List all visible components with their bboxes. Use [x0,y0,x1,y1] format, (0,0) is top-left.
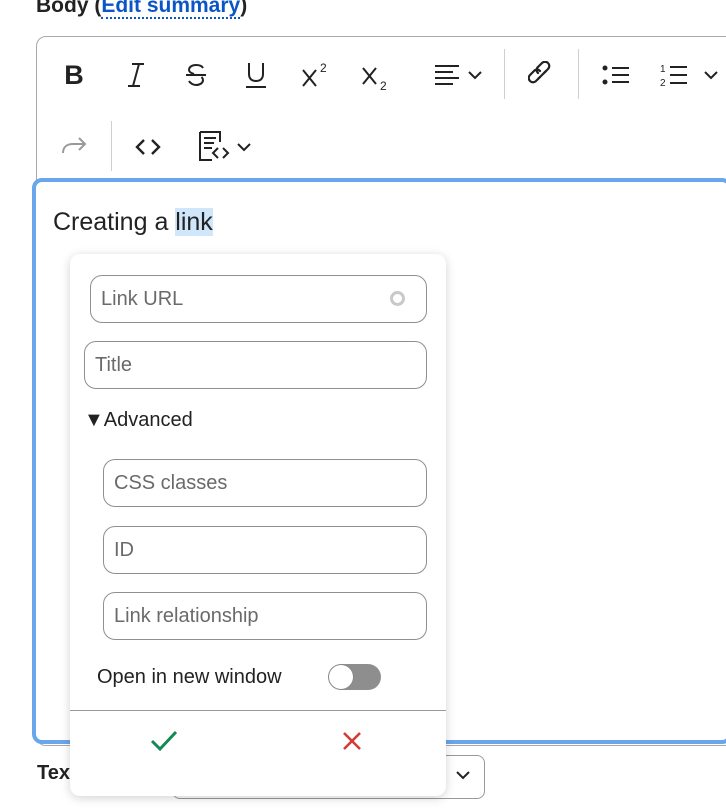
code-button[interactable] [131,129,165,165]
strikethrough-icon [186,63,206,87]
subscript-icon: 2 [362,67,387,92]
advanced-label: Advanced [103,409,193,431]
source-code-icon [199,131,230,161]
new-window-switch[interactable] [328,664,381,690]
link-button[interactable] [525,57,559,93]
link-icon [528,61,551,84]
triangle-down-icon: ▼ [84,409,104,431]
numbered-list-icon: 12 [660,64,687,88]
link-id-input[interactable] [103,526,427,574]
superscript-button[interactable]: 2 [299,57,333,93]
bulleted-list-icon [602,65,629,85]
toolbar-separator [111,121,112,171]
svg-text:2: 2 [320,61,327,75]
source-editing-dropdown[interactable] [191,127,257,167]
underline-button[interactable] [241,57,271,93]
selected-text: link [175,208,213,236]
align-left-icon [435,65,459,85]
advanced-toggle[interactable]: ▼Advanced [84,409,193,432]
cancel-link-button[interactable] [258,711,446,771]
bold-icon: B [64,59,84,90]
css-classes-input[interactable] [103,459,427,507]
strikethrough-button[interactable] [181,57,211,93]
superscript-icon: 2 [302,61,327,87]
svg-text:2: 2 [660,78,666,88]
switch-knob [329,665,353,689]
toolbar-separator [578,49,579,99]
link-url-input[interactable] [90,275,427,323]
link-relationship-input[interactable] [103,592,427,640]
editor-toolbar: B 2 2 12 [37,37,726,180]
chevron-down-icon [468,71,482,80]
field-label: Body (Edit summary) [36,0,247,19]
redo-button[interactable] [57,129,91,165]
field-label-text: Body [36,0,89,17]
check-icon [150,730,178,752]
link-title-input[interactable] [84,341,427,389]
new-window-label: Open in new window [97,666,282,688]
toolbar-separator [504,49,505,99]
redo-icon [62,137,87,154]
subscript-button[interactable]: 2 [359,59,393,95]
italic-button[interactable] [121,57,151,93]
numbered-list-dropdown[interactable]: 12 [659,57,726,93]
edit-summary-link[interactable]: Edit summary [101,0,241,19]
svg-text:2: 2 [380,79,387,92]
close-icon [343,732,361,750]
save-link-button[interactable] [70,711,258,771]
bold-button[interactable]: B [59,57,89,93]
text-format-label: Tex [37,762,70,784]
underline-icon [246,63,266,88]
loading-spinner-icon [390,291,405,306]
paragraph-text: Creating a [53,208,176,236]
chevron-down-icon [237,143,251,152]
chevron-down-icon [704,71,718,80]
bulleted-list-button[interactable] [599,57,633,93]
italic-icon [128,63,144,87]
editor-paragraph[interactable]: Creating a link [53,208,213,237]
align-dropdown[interactable] [427,57,489,93]
code-icon [135,139,161,155]
chevron-down-icon [456,771,470,780]
svg-text:1: 1 [660,64,666,75]
